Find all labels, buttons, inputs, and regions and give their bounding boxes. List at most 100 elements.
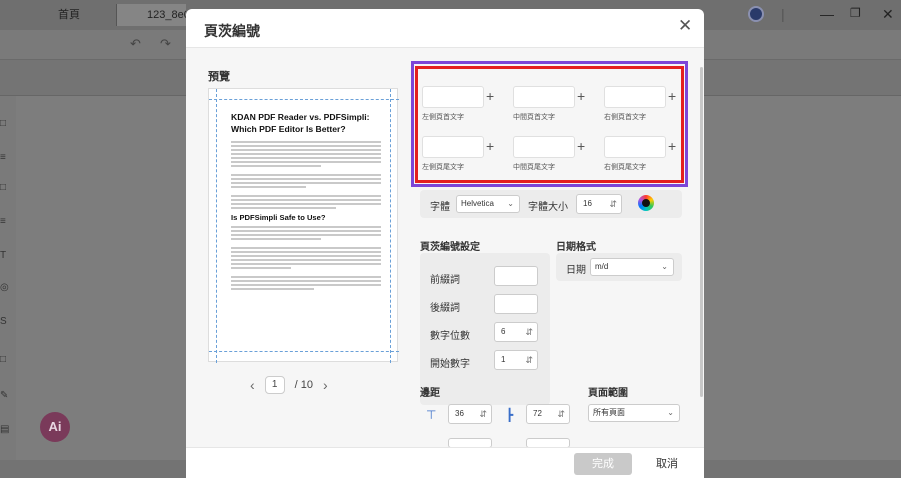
header-center-input[interactable]	[513, 86, 575, 108]
stepper-icon: ⇵	[479, 409, 487, 419]
left-toolbar: □ ≡ □ ≡ T ◎ S □ ✎ ▤	[0, 96, 16, 478]
footer-guide	[209, 351, 399, 352]
tool-icon[interactable]: ◎	[0, 282, 12, 294]
date-format-select[interactable]: m/d ⌄	[590, 258, 674, 276]
footer-right-add-icon[interactable]: +	[668, 138, 676, 154]
tool-icon[interactable]: ▤	[0, 424, 12, 436]
footer-center-label: 中間頁尾文字	[513, 164, 555, 171]
preview-document: KDAN PDF Reader vs. PDFSimpli: Which PDF…	[231, 111, 381, 292]
page-range-select[interactable]: 所有頁面 ⌄	[588, 404, 680, 422]
stepper-icon: ⇵	[525, 327, 533, 337]
footer-left-add-icon[interactable]: +	[486, 138, 494, 154]
prev-page-icon[interactable]: ‹	[250, 377, 255, 393]
close-icon[interactable]: ✕	[678, 16, 692, 36]
tool-icon[interactable]: □	[0, 118, 12, 130]
tab-document[interactable]: 123_8e026	[116, 4, 186, 26]
date-section-title: 日期格式	[556, 242, 596, 253]
top-margin-stepper[interactable]: 36 ⇵	[448, 404, 492, 424]
preview-doc-heading: Is PDFSimpli Safe to Use?	[231, 213, 326, 222]
numbering-panel: 前綴詞 後綴詞 數字位數 6 ⇵ 開始數字 1 ⇵	[420, 253, 550, 405]
date-format-value: m/d	[595, 262, 609, 271]
redo-icon[interactable]: ↷	[160, 36, 171, 52]
color-picker-icon[interactable]	[638, 195, 654, 211]
page-numbering-dialog: 頁茨編號 ✕ 預覽 KDAN PDF Reader vs. PDFSimpli:…	[186, 9, 704, 478]
header-right-label: 右側頁首文字	[604, 114, 646, 121]
prefix-input[interactable]	[494, 266, 538, 286]
tab-home[interactable]: 首頁	[58, 4, 80, 26]
side-margin-stepper[interactable]: 72 ⇵	[526, 404, 570, 424]
next-page-icon[interactable]: ›	[323, 377, 328, 393]
side-margin-icon: ┣	[506, 408, 514, 422]
header-right-input[interactable]	[604, 86, 666, 108]
left-guide	[216, 89, 217, 363]
footer-center-add-icon[interactable]: +	[577, 138, 585, 154]
prefix-label: 前綴詞	[430, 275, 460, 286]
tool-icon[interactable]: T	[0, 250, 12, 262]
undo-icon[interactable]: ↶	[130, 36, 141, 52]
font-settings-row: 字體 Helvetica ⌄ 字體大小 16 ⇵	[420, 190, 682, 218]
preview-label: 預覽	[208, 71, 230, 83]
top-margin-value: 36	[455, 409, 464, 418]
page-total: / 10	[294, 379, 314, 391]
ai-assistant-button[interactable]: Ai	[40, 412, 70, 442]
tool-icon[interactable]: □	[0, 182, 12, 194]
dialog-footer: 完成 取消	[186, 447, 704, 478]
footer-right-input[interactable]	[604, 136, 666, 158]
header-guide	[209, 99, 399, 100]
side-margin-value: 72	[533, 409, 542, 418]
stepper-icon: ⇵	[609, 199, 617, 209]
font-value: Helvetica	[461, 199, 494, 208]
date-panel: 日期 m/d ⌄	[556, 253, 682, 281]
font-size-stepper[interactable]: 16 ⇵	[576, 194, 622, 214]
dialog-scrollbar[interactable]	[700, 67, 703, 397]
digits-stepper[interactable]: 6 ⇵	[494, 322, 538, 342]
tool-icon[interactable]: S	[0, 316, 12, 328]
avatar[interactable]	[748, 6, 764, 22]
restore-icon[interactable]: ❐	[850, 6, 861, 20]
close-window-icon[interactable]: ✕	[882, 6, 894, 23]
suffix-label: 後綴詞	[430, 303, 460, 314]
stepper-icon: ⇵	[557, 409, 565, 419]
footer-left-input[interactable]	[422, 136, 484, 158]
preview-page: KDAN PDF Reader vs. PDFSimpli: Which PDF…	[208, 88, 399, 363]
divider: |	[781, 6, 785, 22]
tool-icon[interactable]: ✎	[0, 390, 12, 402]
margin-section-title: 邊距	[420, 388, 440, 399]
footer-center-input[interactable]	[513, 136, 575, 158]
numbering-section-title: 頁茨編號設定	[420, 242, 480, 253]
tool-icon[interactable]: □	[0, 354, 12, 366]
right-guide	[390, 89, 391, 363]
top-margin-icon: ⊤	[426, 408, 437, 422]
chevron-down-icon: ⌄	[507, 199, 514, 208]
header-left-input[interactable]	[422, 86, 484, 108]
cancel-button[interactable]: 取消	[642, 453, 692, 475]
preview-doc-title: KDAN PDF Reader vs. PDFSimpli: Which PDF…	[231, 112, 370, 134]
page-range-section-title: 頁面範圍	[588, 388, 628, 399]
header-center-label: 中間頁首文字	[513, 114, 555, 121]
header-right-add-icon[interactable]: +	[668, 88, 676, 104]
footer-right-label: 右側頁尾文字	[604, 164, 646, 171]
header-left-add-icon[interactable]: +	[486, 88, 494, 104]
start-number-label: 開始數字	[430, 359, 470, 370]
minimize-icon[interactable]: —	[820, 6, 834, 22]
suffix-input[interactable]	[494, 294, 538, 314]
tool-icon[interactable]: ≡	[0, 216, 12, 228]
font-size-value: 16	[583, 199, 592, 208]
dialog-body: 預覽 KDAN PDF Reader vs. PDFSimpli: Which …	[186, 47, 704, 448]
digits-value: 6	[501, 327, 506, 336]
page-navigator: ‹ 1 / 10 ›	[250, 376, 328, 394]
font-label: 字體	[430, 202, 450, 213]
done-button[interactable]: 完成	[574, 453, 632, 475]
start-number-stepper[interactable]: 1 ⇵	[494, 350, 538, 370]
footer-left-label: 左側頁尾文字	[422, 164, 464, 171]
stepper-icon: ⇵	[525, 355, 533, 365]
tool-icon[interactable]: ≡	[0, 152, 12, 164]
date-label: 日期	[566, 265, 586, 276]
page-number-input[interactable]: 1	[264, 376, 285, 394]
chevron-down-icon: ⌄	[661, 262, 668, 271]
page-range-value: 所有頁面	[593, 408, 625, 417]
dialog-title: 頁茨編號	[204, 23, 260, 39]
font-select[interactable]: Helvetica ⌄	[456, 195, 520, 213]
font-size-label: 字體大小	[528, 202, 568, 213]
header-center-add-icon[interactable]: +	[577, 88, 585, 104]
